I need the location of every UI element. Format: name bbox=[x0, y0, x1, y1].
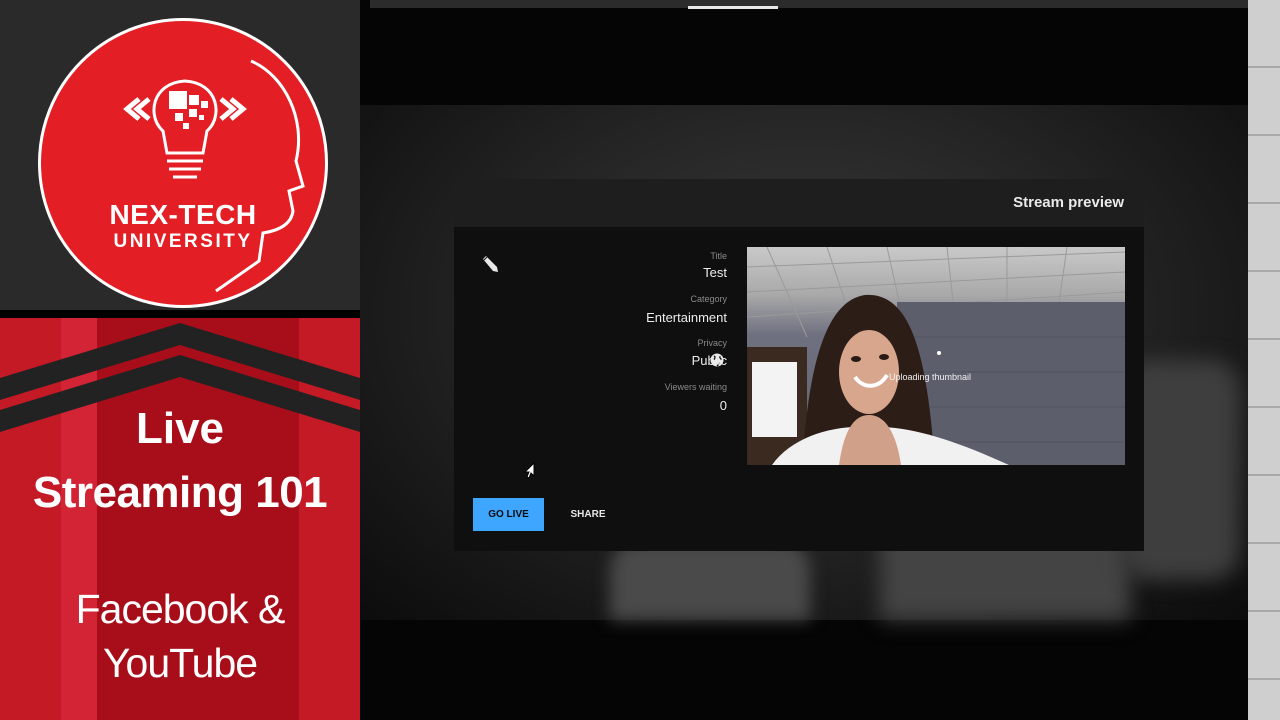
viewers-waiting-value: 0 bbox=[719, 398, 727, 413]
course-title-line2: Streaming 101 bbox=[32, 468, 328, 517]
course-subtitle-line1: Facebook & bbox=[75, 586, 286, 632]
top-bar bbox=[370, 0, 1248, 8]
screen-recording: Stream preview Title Test Category Enter… bbox=[360, 0, 1248, 720]
background-wall bbox=[1248, 0, 1280, 720]
course-subtitle-line2: YouTube bbox=[102, 640, 258, 686]
title-label: Title bbox=[710, 251, 727, 261]
viewers-waiting-label: Viewers waiting bbox=[664, 382, 727, 392]
logo-text-university: UNIVERSITY bbox=[113, 231, 253, 252]
brand-logo-panel: NEX-TECH UNIVERSITY bbox=[0, 0, 370, 310]
dialog-title: Stream preview bbox=[1013, 194, 1124, 211]
course-title-panel: Live Streaming 101 Facebook & YouTube bbox=[0, 318, 360, 720]
share-button[interactable]: SHARE bbox=[558, 498, 618, 531]
webcam-preview-image bbox=[747, 247, 1125, 465]
title-value: Test bbox=[703, 265, 727, 280]
background-shape bbox=[610, 540, 810, 620]
category-label: Category bbox=[690, 294, 727, 304]
top-bar-indicator bbox=[688, 6, 778, 9]
privacy-label: Privacy bbox=[697, 338, 727, 348]
go-live-button[interactable]: GO LIVE bbox=[473, 498, 544, 531]
stream-preview-dialog: Stream preview Title Test Category Enter… bbox=[454, 179, 1144, 551]
privacy-value: Public bbox=[691, 353, 727, 368]
nex-tech-logo: NEX-TECH UNIVERSITY bbox=[38, 18, 328, 308]
thumbnail-upload-status: Uploading thumbnail bbox=[889, 372, 972, 382]
stream-thumbnail: Uploading thumbnail bbox=[747, 247, 1125, 465]
category-value: Entertainment bbox=[646, 310, 727, 325]
course-title-line1: Live bbox=[135, 404, 225, 453]
logo-text-nex-tech: NEX-TECH bbox=[109, 199, 257, 230]
pencil-icon[interactable] bbox=[480, 254, 500, 274]
brain-lightbulb-icon bbox=[123, 59, 305, 293]
cursor-icon bbox=[523, 461, 535, 479]
dialog-header: Stream preview bbox=[454, 179, 1144, 227]
